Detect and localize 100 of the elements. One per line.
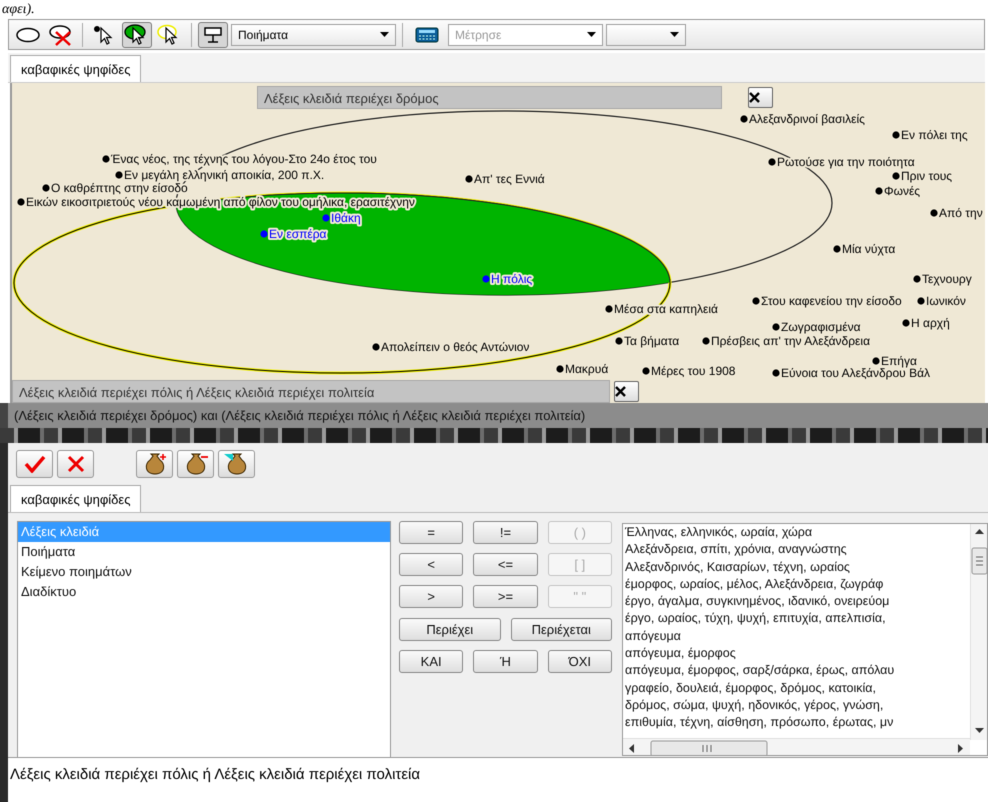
point-dot[interactable]	[17, 198, 25, 206]
point-dot[interactable]	[772, 323, 780, 331]
value-item[interactable]: γραφείο, δουλειά, έμορφος, δρόμος, κατοικία,	[623, 680, 878, 697]
point-dot[interactable]	[322, 214, 330, 222]
point-dot[interactable]	[642, 367, 650, 375]
point-label: Μέρες του 1908	[651, 364, 736, 378]
field-item[interactable]: Διαδίκτυο	[18, 582, 390, 602]
display-icon	[203, 24, 223, 44]
dropdown[interactable]	[606, 24, 686, 46]
point-dot[interactable]	[465, 175, 473, 183]
value-item[interactable]: Έλληνας, ελληνικός, ωραία, χώρα	[623, 524, 814, 542]
point-dot[interactable]	[115, 171, 123, 179]
expression-text: Λέξεις κλειδιά περιέχει πόλις ή Λέξεις κλειδιά περιέχει πολιτεία	[8, 757, 988, 802]
point-label: Εν εσπέρα	[269, 227, 326, 241]
point-dot[interactable]	[482, 275, 490, 283]
set-title-bar: Λέξεις κλειδιά περιέχει δρόμος	[257, 86, 722, 109]
point-dot[interactable]	[875, 187, 883, 195]
field-item[interactable]: Ποιήματα	[18, 542, 390, 562]
value-item[interactable]: Αλεξανδρινός, Καισαρίων, τέχνη, ωραίος	[623, 558, 852, 576]
point-label: Εν πόλει της	[901, 128, 968, 142]
tool-button[interactable]	[136, 450, 173, 478]
point-dot[interactable]	[702, 337, 710, 345]
point-label: Ζωγραφισμένα	[781, 320, 861, 334]
dropdown-arrow-icon	[380, 32, 389, 37]
point-label: Εύνοια του Αλεξάνδρου Βάλ	[781, 366, 930, 380]
point-dot[interactable]	[740, 115, 748, 123]
point-dot[interactable]	[42, 184, 50, 192]
vertical-scrollbar[interactable]	[970, 524, 987, 740]
tab[interactable]: καβαφικές ψηφίδες	[10, 485, 142, 512]
point-label: Απ' τες Εννιά	[474, 172, 545, 186]
point-label: Ιωνικόν	[926, 294, 966, 308]
point-dot[interactable]	[913, 275, 921, 283]
point-dot[interactable]	[615, 337, 623, 345]
value-item[interactable]: δρόμος, σώμα, ψυχή, ηδονικός, γέρος, γνώση,	[623, 696, 886, 714]
operator-button[interactable]: =	[399, 521, 464, 544]
point-dot[interactable]	[930, 209, 938, 217]
value-item[interactable]: έμορφος, ωραίος, μέλος, Αλεξάνδρεια, ζωγράφ	[623, 576, 886, 594]
point-label: Φωνές	[884, 184, 920, 198]
tool-button[interactable]	[122, 22, 152, 48]
horizontal-scrollbar[interactable]	[623, 738, 970, 755]
point-label: Αλεξανδρινοί βασιλείς	[749, 112, 865, 126]
value-item[interactable]: έργο, άγαλμα, συγκινημένος, ιδανικό, ονειρεύομ	[623, 593, 892, 610]
tab[interactable]: καβαφικές ψηφίδες	[10, 55, 142, 82]
operator-button[interactable]: Περιέχει	[399, 618, 500, 641]
field-item[interactable]: Κείμενο ποιημάτων	[18, 562, 390, 582]
query-status-bar: (Λέξεις κλειδιά περιέχει δρόμος) και (Λέξεις κλειδιά περιέχει πόλις ή Λέξεις κλειδιά περιέχει πολιτεία)	[0, 403, 988, 428]
operator-button[interactable]: >=	[473, 585, 538, 608]
point-dot[interactable]	[605, 305, 613, 313]
close-icon	[615, 386, 626, 397]
value-item[interactable]: Αλεξάνδρεια, σπίτι, χρόνια, αναγνώστης	[623, 541, 849, 559]
value-item[interactable]: απόγευμα, έμορφος, σαρξ/σάρκα, έρως, απόλαυ	[623, 662, 896, 680]
point-label: Τεχνουργ	[922, 272, 972, 286]
point-dot[interactable]	[768, 158, 776, 166]
point-dot[interactable]	[752, 297, 760, 305]
operator-button[interactable]: Περιέχεται	[510, 618, 612, 641]
check-icon	[24, 455, 46, 473]
point-dot[interactable]	[833, 245, 841, 253]
point-dot[interactable]	[917, 297, 925, 305]
operator-button[interactable]: !=	[473, 521, 538, 544]
operator-button[interactable]: <=	[473, 553, 538, 576]
point-dot[interactable]	[372, 343, 380, 351]
tool-button[interactable]	[177, 450, 214, 478]
point-label: Τα βήματα	[624, 334, 680, 348]
tool-button[interactable]	[198, 22, 228, 48]
value-item[interactable]: έργο, ωραίος, τύχη, ψυχή, επιτυχία, απελπισία,	[623, 610, 888, 628]
dropdown-arrow-icon	[670, 32, 679, 37]
point-dot[interactable]	[102, 155, 110, 163]
value-item[interactable]: απόγευμα	[623, 628, 683, 646]
point-dot[interactable]	[556, 365, 564, 373]
operator-button[interactable]: >	[399, 585, 464, 608]
point-dot[interactable]	[872, 357, 880, 365]
point-dot[interactable]	[260, 230, 268, 238]
calculator-icon[interactable]	[415, 27, 439, 44]
dropdown-arrow-icon	[587, 32, 596, 37]
operator-button[interactable]: ΚΑΙ	[399, 650, 464, 673]
point-dot[interactable]	[892, 172, 900, 180]
ellipse-icon	[15, 26, 41, 44]
tool-button[interactable]	[218, 450, 255, 478]
collection-dropdown[interactable]: Ποιήματα	[231, 24, 396, 46]
point-dot[interactable]	[892, 131, 900, 139]
point-label: Πρέσβεις απ' την Αλεξάνδρεια	[711, 334, 870, 348]
set-title-bar: Λέξεις κλειδιά περιέχει πόλις ή Λέξεις κλειδιά περιέχει πολιτεία	[12, 380, 610, 403]
point-label: Στου καφενείου την είσοδο	[761, 294, 902, 308]
close-icon	[749, 92, 760, 103]
point-label: Η αρχή	[911, 316, 950, 330]
operator-button[interactable]: ΌΧΙ	[548, 650, 612, 673]
value-item[interactable]: απόγευμα, έμορφος	[623, 645, 738, 662]
operator-button[interactable]: <	[399, 553, 464, 576]
close-button[interactable]	[748, 87, 773, 108]
point-label: Μία νύχτα	[842, 242, 896, 256]
operator-button[interactable]: Ή	[473, 650, 538, 673]
close-button[interactable]	[614, 381, 639, 402]
point-label: Επήγα	[881, 354, 917, 368]
point-label: Εικών εικοσιτριετούς νέου καμωμένη από φίλον του ομήλικα, ερασιτέχνην	[26, 195, 415, 209]
point-dot[interactable]	[902, 319, 910, 327]
point-dot[interactable]	[772, 369, 780, 377]
point-label: Απολείπειν ο θεός Αντώνιον	[381, 340, 530, 354]
point-label: Πριν τους	[901, 169, 952, 183]
point-label: Μακρυά	[565, 362, 608, 376]
value-item[interactable]: επιθυμία, τέχνη, αίσθηση, πρόσωπο, έρωτας, μν	[623, 714, 896, 732]
